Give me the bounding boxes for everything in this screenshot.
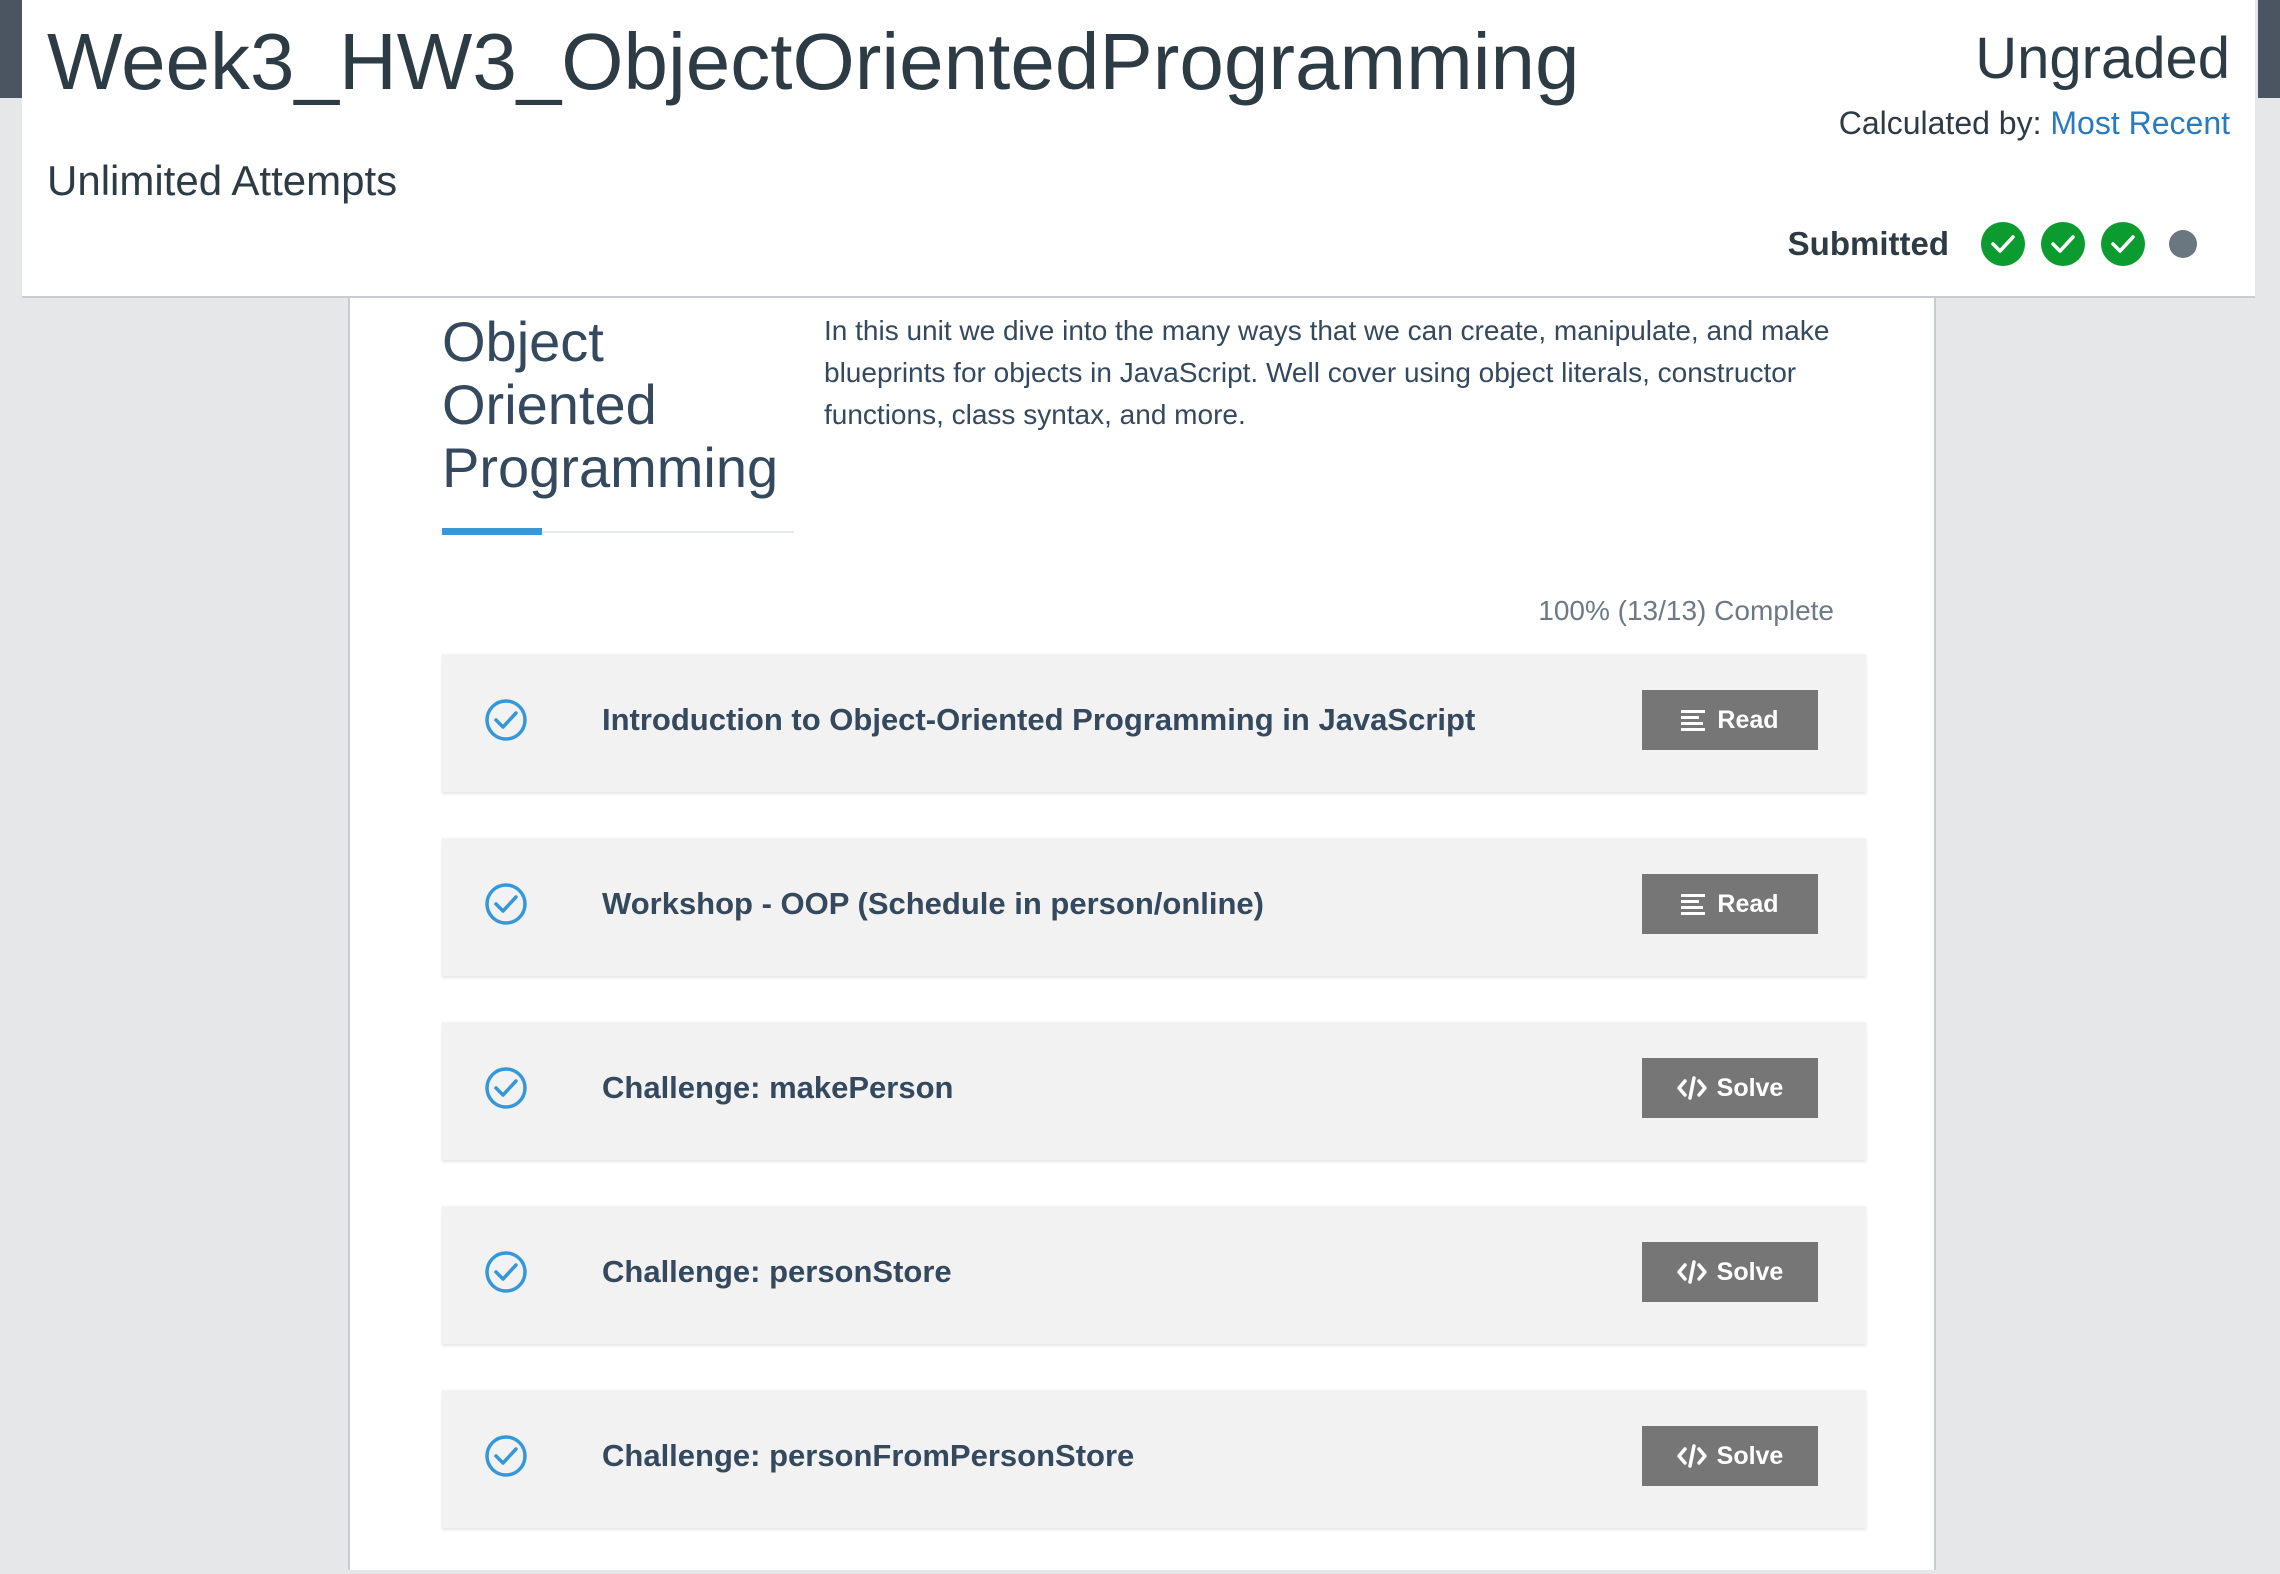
solve-button-label: Solve xyxy=(1716,1441,1784,1470)
right-accent-bar xyxy=(2258,0,2280,98)
solve-button[interactable]: Solve xyxy=(1642,1058,1818,1118)
completed-check-icon xyxy=(485,699,527,741)
read-button[interactable]: Read xyxy=(1642,690,1818,750)
completed-check-icon xyxy=(485,1067,527,1109)
unit-content: Object Oriented Programming In this unit… xyxy=(348,298,1936,1570)
unit-heading: Object Oriented Programming xyxy=(442,310,802,499)
list-item[interactable]: Challenge: makePerson Solve xyxy=(442,1022,1866,1160)
list-icon xyxy=(1681,709,1707,731)
submitted-label: Submitted xyxy=(1787,225,1949,262)
unit-heading-text: Object Oriented Programming xyxy=(442,310,779,499)
solve-button-label: Solve xyxy=(1716,1257,1784,1286)
unit-progress: 100% (13/13) Complete xyxy=(1538,595,1834,626)
unit-items: Introduction to Object-Oriented Programm… xyxy=(442,654,1866,1574)
left-accent-bar xyxy=(0,0,22,98)
solve-button[interactable]: Solve xyxy=(1642,1242,1818,1302)
code-icon xyxy=(1676,1076,1707,1100)
assignment-header: Week3_HW3_ObjectOrientedProgramming Unli… xyxy=(22,0,2255,298)
heading-accent xyxy=(442,528,542,535)
item-title: Workshop - OOP (Schedule in person/onlin… xyxy=(602,886,1264,921)
list-icon xyxy=(1681,893,1707,915)
dot-icon xyxy=(2169,230,2197,258)
item-title: Challenge: makePerson xyxy=(602,1070,954,1105)
read-button[interactable]: Read xyxy=(1642,874,1818,934)
attempt-1-check-icon[interactable] xyxy=(1981,222,2025,266)
read-button-label: Read xyxy=(1717,705,1779,734)
calculated-by-link[interactable]: Most Recent xyxy=(2050,105,2230,141)
code-icon xyxy=(1676,1260,1707,1284)
item-title: Challenge: personStore xyxy=(602,1254,952,1289)
completed-check-icon xyxy=(485,1251,527,1293)
attempts-allowed: Unlimited Attempts xyxy=(47,157,398,204)
calculated-by-label: Calculated by: xyxy=(1838,105,2042,141)
code-icon xyxy=(1676,1444,1707,1468)
solve-button[interactable]: Solve xyxy=(1642,1426,1818,1486)
item-title: Introduction to Object-Oriented Programm… xyxy=(602,702,1476,737)
assignment-title: Week3_HW3_ObjectOrientedProgramming xyxy=(47,17,1580,106)
item-title: Challenge: personFromPersonStore xyxy=(602,1438,1135,1473)
list-item[interactable]: Challenge: personFromPersonStore Solve xyxy=(442,1390,1866,1528)
list-item[interactable]: Challenge: personStore Solve xyxy=(442,1206,1866,1344)
read-button-label: Read xyxy=(1717,889,1779,918)
solve-button-label: Solve xyxy=(1716,1073,1784,1102)
list-item[interactable]: Introduction to Object-Oriented Programm… xyxy=(442,654,1866,792)
attempt-3-check-icon[interactable] xyxy=(2101,222,2145,266)
attempt-2-check-icon[interactable] xyxy=(2041,222,2085,266)
unit-description: In this unit we dive into the many ways … xyxy=(824,315,1830,430)
calculated-by: Calculated by: Most Recent xyxy=(1839,103,2230,143)
completed-check-icon xyxy=(485,883,527,925)
submission-attempts: Submitted xyxy=(1788,222,2205,266)
list-item[interactable]: Workshop - OOP (Schedule in person/onlin… xyxy=(442,838,1866,976)
grade-status: Ungraded xyxy=(1975,26,2230,91)
completed-check-icon xyxy=(485,1435,527,1477)
attempt-4-dot-icon[interactable] xyxy=(2161,222,2205,266)
